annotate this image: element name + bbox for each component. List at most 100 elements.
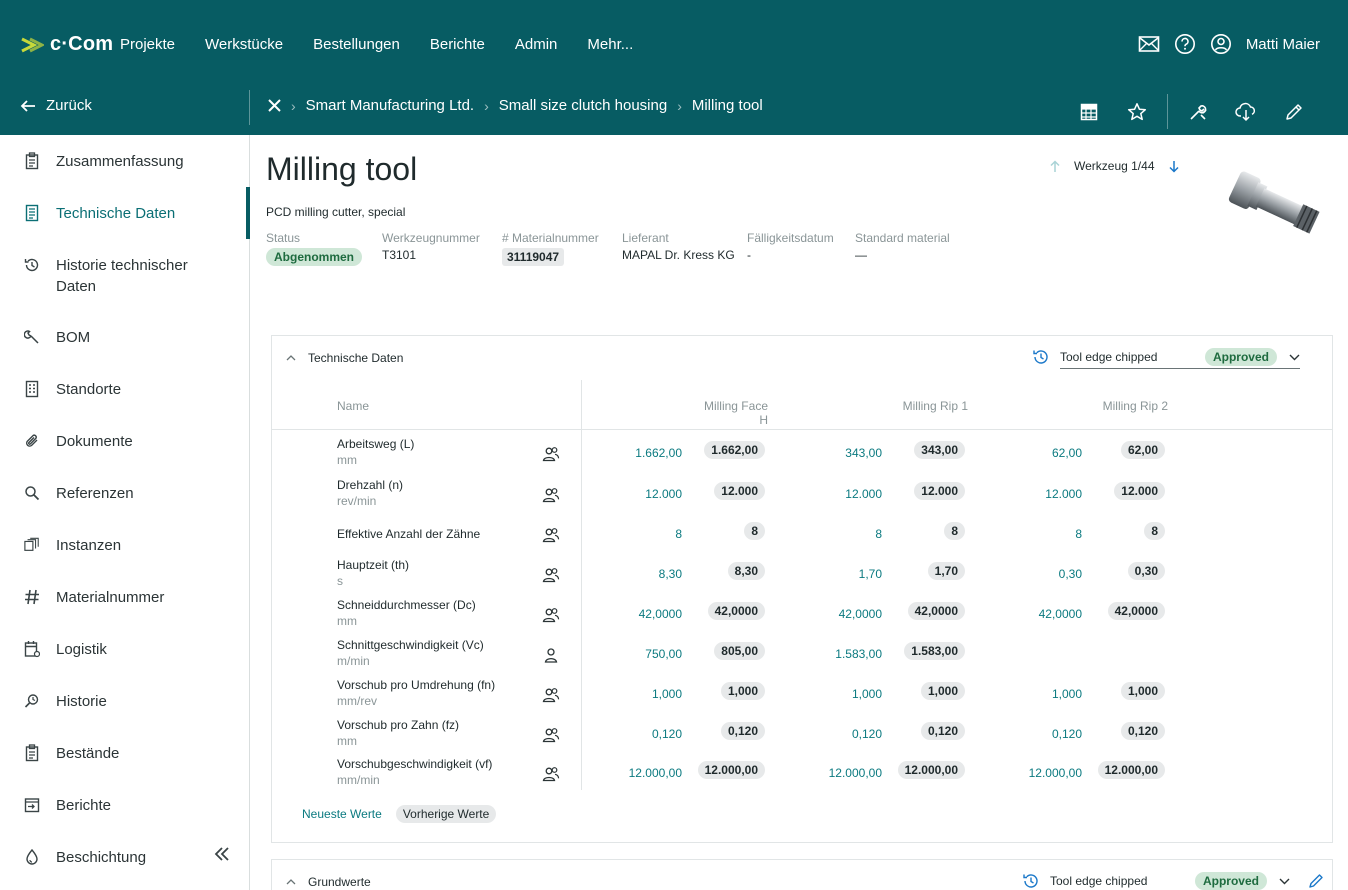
latest-value-link[interactable]: 12.000,00	[582, 766, 682, 780]
latest-value-link[interactable]: 1,000	[782, 687, 882, 701]
users-icon[interactable]	[542, 566, 560, 584]
back-button[interactable]: Zurück	[20, 97, 92, 114]
chevron-down-icon[interactable]	[1289, 353, 1300, 361]
previous-value-badge: 12.000	[914, 482, 965, 500]
sidebar-item-berichte[interactable]: Berichte	[0, 795, 250, 816]
user-name[interactable]: Matti Maier	[1246, 36, 1320, 53]
latest-value-link[interactable]: 42,0000	[582, 607, 682, 621]
latest-value-link[interactable]: 8	[982, 527, 1082, 541]
latest-value-link[interactable]: 343,00	[782, 446, 882, 460]
close-icon[interactable]	[268, 99, 281, 112]
pencil-icon[interactable]	[1270, 98, 1318, 126]
version-selector[interactable]: Tool edge chipped Approved	[1022, 869, 1324, 890]
latest-values-toggle[interactable]: Neueste Werte	[302, 807, 382, 821]
mail-icon[interactable]	[1138, 35, 1160, 53]
users-icon[interactable]	[542, 445, 560, 463]
brand-logo[interactable]: c·Com	[20, 33, 113, 56]
users-icon[interactable]	[542, 765, 560, 783]
chevron-up-icon[interactable]	[286, 354, 296, 362]
breadcrumb-item[interactable]: Smart Manufacturing Ltd.	[306, 97, 474, 114]
star-icon[interactable]	[1113, 98, 1161, 126]
sidebar-item-referenzen[interactable]: Referenzen	[0, 483, 250, 504]
latest-value-link[interactable]: 1,000	[982, 687, 1082, 701]
latest-value-link[interactable]: 8	[582, 527, 682, 541]
latest-value-link[interactable]: 1.662,00	[582, 446, 682, 460]
user-avatar-icon[interactable]	[1210, 33, 1232, 55]
latest-value-link[interactable]: 62,00	[982, 446, 1082, 460]
pencil-icon[interactable]	[1308, 873, 1324, 889]
card-title[interactable]: Technische Daten	[286, 351, 403, 365]
nav-admin[interactable]: Admin	[515, 36, 558, 53]
nav-projekte[interactable]: Projekte	[120, 36, 175, 53]
spreadsheet-icon[interactable]	[1065, 98, 1113, 126]
cloud-download-icon[interactable]	[1222, 98, 1270, 126]
latest-value-link[interactable]: 0,30	[982, 567, 1082, 581]
sidebar-item-zusammenfassung[interactable]: Zusammenfassung	[0, 151, 250, 172]
users-icon[interactable]	[542, 526, 560, 544]
nav-berichte[interactable]: Berichte	[430, 36, 485, 53]
material-number-chip[interactable]: 31119047	[502, 248, 565, 266]
latest-value-link[interactable]: 0,120	[582, 727, 682, 741]
sidebar-item-historie[interactable]: Historie	[0, 691, 250, 712]
version-selector[interactable]: Tool edge chipped Approved	[1032, 345, 1300, 369]
sidebar: Zusammenfassung Technische Daten Histori…	[0, 135, 250, 890]
nav-mehr[interactable]: Mehr...	[587, 36, 633, 53]
sidebar-item-standorte[interactable]: Standorte	[0, 379, 250, 400]
sidebar-item-logistik[interactable]: Logistik	[0, 639, 250, 660]
version-dropdown[interactable]: Tool edge chipped Approved	[1060, 345, 1300, 369]
column-header-milling-rip-1: Milling Rip 1	[902, 399, 968, 413]
previous-value-badge: 343,00	[914, 441, 965, 459]
latest-value-link[interactable]: 42,0000	[782, 607, 882, 621]
arrow-up-icon[interactable]	[1050, 159, 1060, 173]
chevron-up-icon[interactable]	[286, 878, 296, 886]
meta-label: Lieferant	[622, 231, 669, 245]
nav-bestellungen[interactable]: Bestellungen	[313, 36, 400, 53]
sidebar-item-instanzen[interactable]: Instanzen	[0, 535, 250, 556]
latest-value-link[interactable]: 12.000,00	[982, 766, 1082, 780]
main-nav: Projekte Werkstücke Bestellungen Bericht…	[120, 36, 663, 53]
table-row: Schneiddurchmesser (Dc) mm 42,0000 42,0000 4…	[272, 594, 1332, 634]
latest-value-link[interactable]: 12.000	[782, 487, 882, 501]
users-icon[interactable]	[542, 486, 560, 504]
chevron-down-icon[interactable]	[1279, 877, 1290, 885]
sidebar-item-bom[interactable]: BOM	[0, 327, 250, 348]
meta-label: Werkzeugnummer	[382, 231, 480, 245]
latest-value-link[interactable]: 1,70	[782, 567, 882, 581]
meta-label: # Materialnummer	[502, 231, 599, 245]
users-icon[interactable]	[542, 686, 560, 704]
sidebar-item-materialnummer[interactable]: Materialnummer	[0, 587, 250, 608]
users-icon[interactable]	[542, 606, 560, 624]
latest-value-link[interactable]: 1,000	[582, 687, 682, 701]
sidebar-item-dokumente[interactable]: Dokumente	[0, 431, 250, 452]
latest-value-link[interactable]: 12.000	[982, 487, 1082, 501]
version-label: Tool edge chipped	[1060, 349, 1158, 364]
user-icon[interactable]	[542, 646, 560, 664]
meta-material-number: # Materialnummer 31119047	[502, 231, 599, 266]
card-title[interactable]: Grundwerte	[286, 875, 371, 889]
previous-values-toggle[interactable]: Vorherige Werte	[395, 805, 497, 823]
users-icon[interactable]	[542, 726, 560, 744]
latest-value-link[interactable]: 1.583,00	[782, 647, 882, 661]
history-icon[interactable]	[1022, 872, 1040, 890]
arrow-down-icon[interactable]	[1168, 160, 1179, 173]
latest-value-link[interactable]: 8	[782, 527, 882, 541]
help-icon[interactable]	[1174, 33, 1196, 55]
sidebar-item-historie-technischer-daten[interactable]: Historie technischer Daten	[0, 255, 250, 297]
latest-value-link[interactable]: 0,120	[782, 727, 882, 741]
latest-value-link[interactable]: 8,30	[582, 567, 682, 581]
sidebar-item-technische-daten[interactable]: Technische Daten	[0, 203, 250, 224]
breadcrumb-item[interactable]: Small size clutch housing	[499, 97, 667, 114]
chevron-right-icon: ›	[484, 97, 489, 114]
sidebar-item-bestaende[interactable]: Bestände	[0, 743, 250, 764]
latest-value-link[interactable]: 12.000	[582, 487, 682, 501]
latest-value-link[interactable]: 0,120	[982, 727, 1082, 741]
nav-werkstuecke[interactable]: Werkstücke	[205, 36, 283, 53]
table-row: Vorschub pro Zahn (fz) mm 0,120 0,120 0,120 0…	[272, 714, 1332, 754]
latest-value-link[interactable]: 750,00	[582, 647, 682, 661]
collapse-sidebar-icon[interactable]	[213, 846, 231, 862]
latest-value-link[interactable]: 12.000,00	[782, 766, 882, 780]
version-dropdown[interactable]: Tool edge chipped Approved	[1050, 869, 1290, 890]
history-icon[interactable]	[1032, 348, 1050, 366]
latest-value-link[interactable]: 42,0000	[982, 607, 1082, 621]
tools-icon[interactable]	[1174, 98, 1222, 126]
